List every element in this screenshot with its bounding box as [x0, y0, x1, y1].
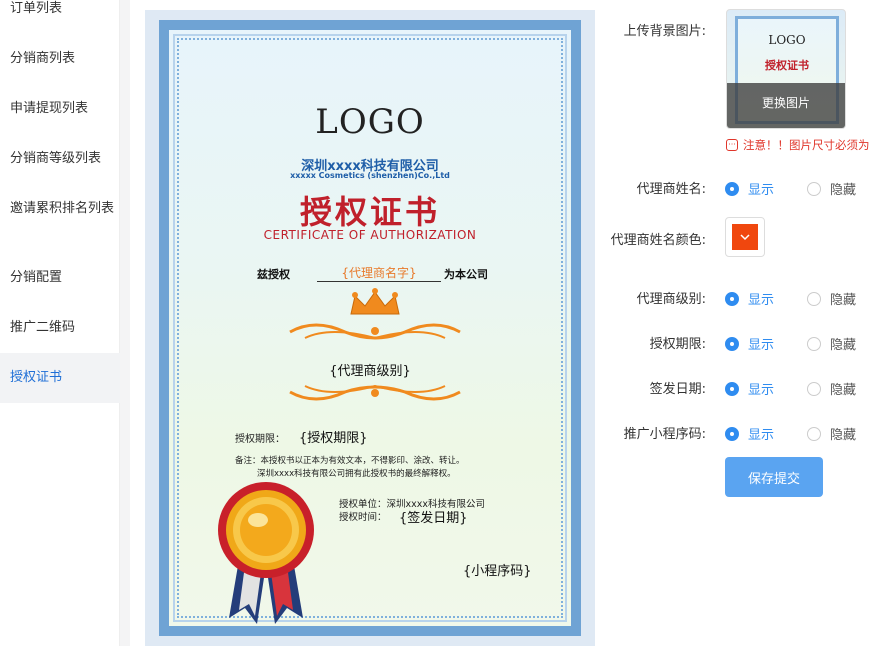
issue-date-hide-radio[interactable]: 隐藏 [807, 379, 856, 398]
period-hide-radio[interactable]: 隐藏 [807, 334, 856, 353]
sidebar-item-distributors[interactable]: 分销商列表 [0, 50, 120, 68]
certificate-note-line1: 备注：本授权书以正本为有效文本，不得影印、涂改、转让。 [235, 456, 465, 466]
qrcode-show-radio[interactable]: 显示 [725, 424, 774, 443]
certificate-grant-prefix: 兹授权 [257, 268, 290, 281]
certificate-title-en: CERTIFICATE OF AUTHORIZATION [263, 228, 477, 242]
sidebar-item-withdrawals[interactable]: 申请提现列表 [0, 100, 120, 118]
warning-message-icon: ··· [726, 139, 738, 151]
certificate-agent-level: {代理商级别} [329, 364, 411, 379]
qrcode-hide-radio[interactable]: 隐藏 [807, 424, 856, 443]
agent-level-show-radio[interactable]: 显示 [725, 289, 774, 308]
sidebar-item-orders[interactable]: 订单列表 [0, 0, 120, 18]
certificate-period-label: 授权期限： [235, 434, 285, 445]
certificate-title-cn: 授权证书 [299, 193, 440, 231]
qrcode-label: 推广小程序码: [623, 427, 706, 442]
certificate-qrcode: {小程序码} [463, 564, 532, 579]
agent-name-hide-radio[interactable]: 隐藏 [807, 179, 856, 198]
certificate-grant-suffix: 为本公司 [444, 268, 488, 281]
sidebar-item-distributor-levels[interactable]: 分销商等级列表 [0, 150, 120, 168]
layout-gutter [120, 0, 130, 646]
sidebar-item-certificate[interactable]: 授权证书 [0, 353, 120, 403]
agent-level-hide-radio[interactable]: 隐藏 [807, 289, 856, 308]
certificate-issue-date: {签发日期} [399, 511, 468, 526]
certificate-company-en: xxxxx Cosmetics (shenzhen)Co.,Ltd [290, 171, 450, 180]
period-label: 授权期限: [649, 337, 706, 352]
background-thumbnail[interactable]: LOGO 授权证书 更换图片 [726, 9, 846, 129]
agent-name-label: 代理商姓名: [636, 182, 706, 197]
certificate-logo: LOGO [315, 102, 425, 142]
certificate-time-label: 授权时间： [339, 512, 387, 523]
period-show-radio[interactable]: 显示 [725, 334, 774, 353]
flourish-bottom-icon [289, 384, 461, 401]
issue-date-label: 签发日期: [649, 382, 706, 397]
agent-color-picker[interactable] [725, 217, 765, 257]
sidebar-item-distribution-config[interactable]: 分销配置 [0, 269, 120, 287]
flourish-top-icon [289, 323, 461, 340]
certificate-preview: LOGO 深圳xxxx科技有限公司 xxxxx Cosmetics (shenz… [145, 10, 595, 646]
agent-color-label: 代理商姓名颜色: [610, 233, 706, 248]
upload-bg-label: 上传背景图片: [623, 24, 706, 39]
image-size-notice-text: 注意！！图片尺寸必须为 [743, 138, 870, 152]
agent-name-show-radio[interactable]: 显示 [725, 179, 774, 198]
certificate-frame: LOGO 深圳xxxx科技有限公司 xxxxx Cosmetics (shenz… [159, 20, 581, 636]
chevron-down-icon [732, 224, 758, 250]
award-medal-icon [218, 482, 314, 624]
certificate-period-value: {授权期限} [299, 431, 368, 446]
agent-level-label: 代理商级别: [636, 292, 706, 307]
sidebar-item-promo-qrcode[interactable]: 推广二维码 [0, 319, 120, 337]
crown-icon [350, 288, 400, 315]
sidebar-item-invite-ranking[interactable]: 邀请累积排名列表 [0, 200, 120, 218]
sidebar-nav: 订单列表 分销商列表 申请提现列表 分销商等级列表 邀请累积排名列表 分销配置 … [0, 0, 120, 646]
image-size-notice: ··· 注意！！图片尺寸必须为 [726, 137, 870, 153]
certificate-agent-name: {代理商名字} [317, 264, 441, 282]
issue-date-show-radio[interactable]: 显示 [725, 379, 774, 398]
thumbnail-title: 授权证书 [765, 59, 809, 72]
save-submit-button[interactable]: 保存提交 [725, 457, 823, 497]
thumbnail-logo: LOGO [768, 33, 806, 47]
change-image-button[interactable]: 更换图片 [727, 83, 845, 128]
